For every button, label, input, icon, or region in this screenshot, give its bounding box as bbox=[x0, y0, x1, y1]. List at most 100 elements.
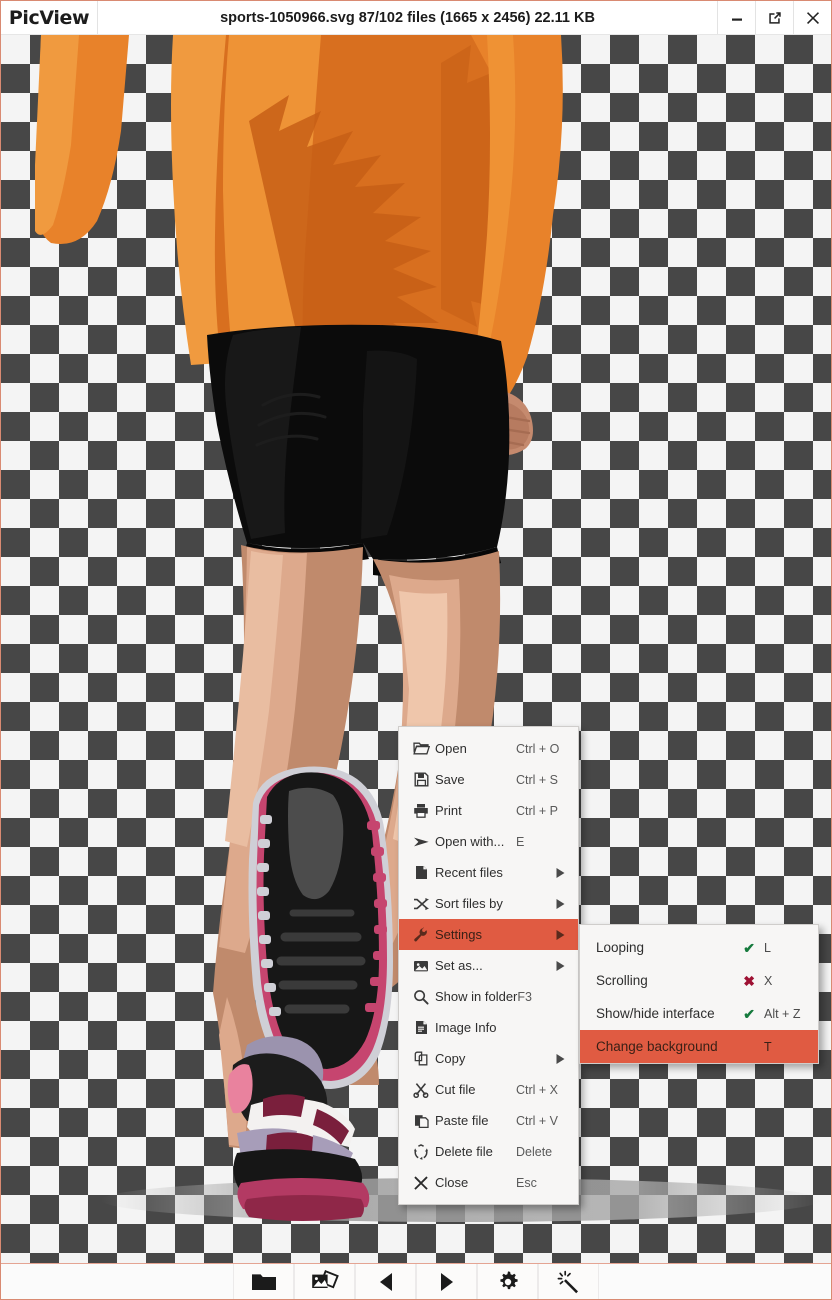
submenu-item-key: Alt + Z bbox=[764, 1006, 801, 1021]
menu-item-label: Show in folder bbox=[435, 989, 518, 1004]
menu-item-settings[interactable]: Settings bbox=[399, 919, 578, 950]
menu-item-label: Save bbox=[435, 772, 465, 787]
minimize-icon bbox=[730, 11, 744, 25]
menu-item-accel: Esc bbox=[516, 1175, 537, 1190]
menu-item-label: Image Info bbox=[435, 1020, 497, 1035]
menu-item-label: Sort files by bbox=[435, 896, 503, 911]
menu-item-open-with[interactable]: Open with... E bbox=[399, 826, 578, 857]
close-x-icon bbox=[407, 1175, 435, 1191]
menu-item-label: Recent files bbox=[435, 865, 503, 880]
submenu-item-scrolling[interactable]: Scrolling ✖ X bbox=[580, 964, 818, 997]
menu-item-accel: Ctrl + O bbox=[516, 741, 560, 756]
app-logo: PicView bbox=[1, 1, 98, 34]
menu-item-accel: F3 bbox=[517, 989, 532, 1004]
title-bar: PicView sports-1050966.svg 87/102 files … bbox=[1, 1, 831, 35]
submenu-item-state: T bbox=[755, 1040, 808, 1054]
submenu-item-state: ✖ X bbox=[743, 974, 808, 988]
submenu-item-state: ✔ L bbox=[743, 941, 808, 955]
submenu-item-label: Looping bbox=[596, 940, 645, 955]
menu-item-accel: Ctrl + S bbox=[516, 772, 559, 787]
menu-item-accel: Delete bbox=[516, 1144, 553, 1159]
printer-icon bbox=[407, 803, 435, 818]
chevron-right-icon bbox=[555, 867, 572, 879]
picture-icon bbox=[407, 959, 435, 973]
menu-item-accel: E bbox=[516, 834, 525, 849]
menu-item-paste-file[interactable]: Paste file Ctrl + V bbox=[399, 1105, 578, 1136]
menu-item-close[interactable]: Close Esc bbox=[399, 1167, 578, 1198]
menu-item-label: Open with... bbox=[435, 834, 505, 849]
window-title: sports-1050966.svg 87/102 files (1665 x … bbox=[220, 9, 595, 26]
scissors-icon bbox=[407, 1082, 435, 1098]
gallery-button[interactable] bbox=[294, 1264, 355, 1299]
folder-open-icon bbox=[407, 741, 435, 756]
info-doc-icon bbox=[407, 1020, 435, 1035]
cross-icon: ✖ bbox=[743, 972, 755, 989]
previous-button[interactable] bbox=[355, 1264, 416, 1299]
recycle-bin-icon bbox=[407, 1143, 435, 1160]
submenu-item-key: T bbox=[764, 1039, 772, 1054]
settings-submenu[interactable]: Looping ✔ L Scrolling ✖ X Show/hide inte… bbox=[579, 924, 819, 1064]
menu-item-cut-file[interactable]: Cut file Ctrl + X bbox=[399, 1074, 578, 1105]
menu-item-copy[interactable]: Copy bbox=[399, 1043, 578, 1074]
menu-item-open[interactable]: Open Ctrl + O bbox=[399, 733, 578, 764]
menu-item-delete-file[interactable]: Delete file Delete bbox=[399, 1136, 578, 1167]
folder-icon bbox=[251, 1271, 277, 1292]
menu-item-label: Cut file bbox=[435, 1082, 476, 1097]
menu-item-image-info[interactable]: Image Info bbox=[399, 1012, 578, 1043]
submenu-item-show-hide-interface[interactable]: Show/hide interface ✔ Alt + Z bbox=[580, 997, 818, 1030]
triangle-right-icon bbox=[436, 1271, 458, 1293]
check-icon: ✔ bbox=[743, 939, 755, 956]
submenu-item-state: ✔ Alt + Z bbox=[743, 1007, 808, 1021]
menu-item-show-in-folder[interactable]: Show in folder F3 bbox=[399, 981, 578, 1012]
paste-icon bbox=[407, 1113, 435, 1128]
submenu-item-looping[interactable]: Looping ✔ L bbox=[580, 931, 818, 964]
wrench-icon bbox=[407, 927, 435, 942]
gear-icon bbox=[496, 1270, 520, 1294]
menu-item-label: Delete file bbox=[435, 1144, 493, 1159]
picview-window: PicView sports-1050966.svg 87/102 files … bbox=[0, 0, 832, 1300]
close-button[interactable] bbox=[793, 1, 831, 34]
context-menu[interactable]: Open Ctrl + O Save Ctrl + S Print Ctrl +… bbox=[398, 726, 579, 1205]
effects-button[interactable] bbox=[538, 1264, 599, 1299]
copy-icon bbox=[407, 1051, 435, 1066]
menu-item-label: Print bbox=[435, 803, 462, 818]
menu-item-label: Close bbox=[435, 1175, 469, 1190]
menu-item-accel: Ctrl + V bbox=[516, 1113, 559, 1128]
chevron-right-icon bbox=[555, 929, 572, 941]
close-icon bbox=[805, 10, 821, 26]
chevron-right-icon bbox=[555, 1053, 572, 1065]
bottom-toolbar bbox=[1, 1263, 831, 1299]
save-icon bbox=[407, 772, 435, 787]
shuffle-icon bbox=[407, 897, 435, 911]
minimize-button[interactable] bbox=[717, 1, 755, 34]
menu-item-save[interactable]: Save Ctrl + S bbox=[399, 764, 578, 795]
restore-button[interactable] bbox=[755, 1, 793, 34]
open-folder-button[interactable] bbox=[233, 1264, 294, 1299]
submenu-item-label: Scrolling bbox=[596, 973, 648, 988]
submenu-item-key: X bbox=[764, 973, 773, 988]
settings-button[interactable] bbox=[477, 1264, 538, 1299]
menu-item-recent-files[interactable]: Recent files bbox=[399, 857, 578, 888]
triangle-left-icon bbox=[375, 1271, 397, 1293]
menu-item-set-as[interactable]: Set as... bbox=[399, 950, 578, 981]
chevron-right-icon bbox=[555, 960, 572, 972]
gallery-icon bbox=[311, 1269, 339, 1294]
menu-item-label: Settings bbox=[435, 927, 482, 942]
menu-item-print[interactable]: Print Ctrl + P bbox=[399, 795, 578, 826]
open-external-icon bbox=[767, 10, 783, 26]
menu-item-label: Open bbox=[435, 741, 467, 756]
menu-item-accel: Ctrl + P bbox=[516, 803, 559, 818]
app-name-label: PicView bbox=[8, 6, 90, 29]
document-icon bbox=[407, 865, 435, 880]
submenu-item-change-background[interactable]: Change background T bbox=[580, 1030, 818, 1063]
submenu-item-label: Change background bbox=[596, 1039, 718, 1054]
submenu-item-key: L bbox=[764, 940, 771, 955]
next-button[interactable] bbox=[416, 1264, 477, 1299]
menu-item-accel: Ctrl + X bbox=[516, 1082, 559, 1097]
submenu-item-label: Show/hide interface bbox=[596, 1006, 715, 1021]
title-center: sports-1050966.svg 87/102 files (1665 x … bbox=[98, 1, 717, 34]
chevron-right-icon bbox=[555, 898, 572, 910]
menu-item-label: Set as... bbox=[435, 958, 483, 973]
check-icon: ✔ bbox=[743, 1005, 755, 1022]
menu-item-sort-files-by[interactable]: Sort files by bbox=[399, 888, 578, 919]
